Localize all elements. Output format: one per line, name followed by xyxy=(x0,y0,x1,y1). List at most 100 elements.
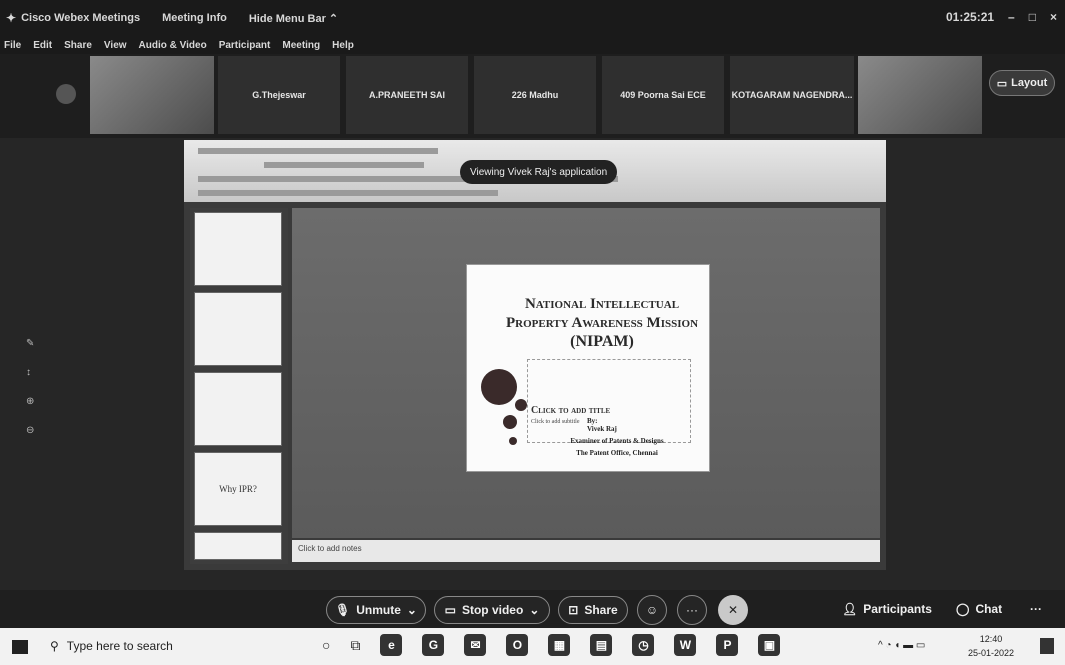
mail-icon[interactable]: ✉ xyxy=(464,634,487,656)
chat-icon: ◯ xyxy=(956,602,970,616)
chat-button[interactable]: ◯ Chat xyxy=(956,602,1002,616)
cortana-icon[interactable]: ○ xyxy=(322,637,330,653)
slide-presenter-office: The Patent Office, Chennai xyxy=(576,449,658,457)
webex-logo-icon: ✦ xyxy=(6,11,17,25)
more-panels-icon[interactable]: ··· xyxy=(1030,602,1042,616)
meeting-info-button[interactable]: Meeting Info xyxy=(162,12,227,24)
pointer-icon[interactable]: ↕ xyxy=(26,367,46,378)
slide-title: National Intellectual Property Awareness… xyxy=(497,295,707,333)
notes-pane[interactable]: Click to add notes xyxy=(292,540,880,562)
shared-content-area: ✎ ↕ ⊕ ⊖ Viewing Vivek Raj's application … xyxy=(0,138,1065,590)
slide-by: By: xyxy=(587,417,598,425)
menu-help[interactable]: Help xyxy=(332,40,354,51)
edge-icon[interactable]: e xyxy=(380,634,403,656)
system-tray[interactable]: ^ ◔ ◖ ▬ ▭ xyxy=(878,640,925,651)
zoom-in-icon[interactable]: ⊕ xyxy=(26,396,46,407)
menu-file[interactable]: File xyxy=(4,40,21,51)
menu-share[interactable]: Share xyxy=(64,40,92,51)
layout-button[interactable]: ▭ Layout xyxy=(989,70,1055,96)
search-placeholder: Type here to search xyxy=(66,639,173,653)
taskbar-clock[interactable]: 12:40 25-01-2022 xyxy=(968,632,1014,660)
meeting-timer: 01:25:21 xyxy=(946,10,995,24)
hide-menu-bar-button[interactable]: Hide Menu Bar ⌃ xyxy=(249,12,338,25)
slide-title-line-2: Property Awareness Mission xyxy=(505,315,699,331)
clock-time: 12:40 xyxy=(979,634,1003,644)
windows-start-icon[interactable] xyxy=(12,640,28,654)
menu-audio-video[interactable]: Audio & Video xyxy=(139,40,207,51)
slide-thumbnail[interactable] xyxy=(194,292,282,366)
menu-bar: File Edit Share View Audio & Video Parti… xyxy=(0,36,1065,54)
self-video-tile[interactable] xyxy=(858,56,982,134)
decor-circle xyxy=(481,369,517,405)
powerpoint-icon[interactable]: P xyxy=(716,634,739,656)
chat-label: Chat xyxy=(975,602,1003,616)
chrome-icon[interactable]: G xyxy=(422,634,445,656)
participants-button[interactable]: 👤︎ Participants xyxy=(842,602,932,616)
participant-strip: G.Thejeswar A.PRANEETH SAI 226 Madhu 409… xyxy=(0,54,1065,138)
layout-label: Layout xyxy=(1011,77,1048,89)
menu-participant[interactable]: Participant xyxy=(219,40,271,51)
participants-label: Participants xyxy=(863,602,932,616)
annotate-icon[interactable]: ✎ xyxy=(26,338,46,349)
stop-video-label: Stop video xyxy=(461,603,524,617)
menu-view[interactable]: View xyxy=(104,40,127,51)
zoom-out-icon[interactable]: ⊖ xyxy=(26,425,46,436)
stop-video-button[interactable]: ▭ Stop video ⌄ xyxy=(434,596,550,624)
leave-meeting-button[interactable]: ✕ xyxy=(718,595,748,625)
viewing-banner: Viewing Vivek Raj's application xyxy=(460,160,618,184)
participant-video-tile[interactable] xyxy=(90,56,214,134)
close-icon[interactable]: × xyxy=(1050,10,1057,24)
taskbar-search[interactable]: ⚲ Type here to search xyxy=(50,639,173,653)
taskbar-apps: ○ ⧉ e G ✉ O ▦ ▤ ◷ W P ▣ xyxy=(322,634,781,656)
slide-thumbnail[interactable]: Why IPR? xyxy=(194,452,282,526)
clock-date: 25-01-2022 xyxy=(968,648,1015,658)
opera-icon[interactable]: O xyxy=(506,634,529,656)
participants-icon: 👤︎ xyxy=(842,602,858,616)
slide-subtitle-placeholder: Click to add subtitle xyxy=(531,419,580,425)
slide-presenter-name: Vivek Raj xyxy=(587,425,617,433)
thumbnail-label: Why IPR? xyxy=(219,484,257,494)
chevron-down-icon[interactable]: ⌄ xyxy=(529,603,539,617)
notification-icon[interactable] xyxy=(1040,638,1054,654)
decor-circle xyxy=(503,415,517,429)
participant-tile[interactable]: KOTAGARAM NAGENDRA... xyxy=(730,56,854,134)
task-view-icon[interactable]: ⧉ xyxy=(350,637,360,654)
slide-thumbnail-pane: Why IPR? xyxy=(190,208,288,564)
side-toolbar: ✎ ↕ ⊕ ⊖ xyxy=(26,338,46,436)
participant-tile[interactable]: A.PRANEETH SAI xyxy=(346,56,468,134)
slide-thumbnail[interactable] xyxy=(194,212,282,286)
slide-acronym: (NIPAM) xyxy=(570,333,634,350)
slide-thumbnail[interactable] xyxy=(194,532,282,560)
camera-icon: ▭ xyxy=(444,603,456,617)
maximize-icon[interactable]: □ xyxy=(1029,10,1036,24)
chevron-down-icon[interactable]: ⌄ xyxy=(407,603,417,617)
scroll-left-button[interactable] xyxy=(56,84,76,104)
app-title: Cisco Webex Meetings xyxy=(21,12,141,24)
app-icon[interactable]: ▣ xyxy=(758,634,781,656)
webex-taskbar-icon[interactable]: ◷ xyxy=(632,634,655,656)
decor-circle xyxy=(509,437,517,445)
reactions-button[interactable]: ☺ xyxy=(637,595,667,625)
explorer-icon[interactable]: ▤ xyxy=(590,634,613,656)
unmute-button[interactable]: 🎙︎ Unmute ⌄ xyxy=(326,596,426,624)
slide-thumbnail[interactable] xyxy=(194,372,282,446)
store-icon[interactable]: ▦ xyxy=(548,634,571,656)
menu-meeting[interactable]: Meeting xyxy=(282,40,320,51)
current-slide: National Intellectual Property Awareness… xyxy=(466,264,710,472)
decor-circle xyxy=(515,399,527,411)
share-icon: ⊡ xyxy=(568,603,579,617)
participant-tile[interactable]: 226 Madhu xyxy=(474,56,596,134)
slide-title-line-1: National Intellectual xyxy=(524,296,680,312)
word-icon[interactable]: W xyxy=(674,634,697,656)
share-label: Share xyxy=(584,603,618,617)
slide-cta: Click to add title xyxy=(531,405,611,416)
menu-edit[interactable]: Edit xyxy=(33,40,52,51)
minimize-icon[interactable]: – xyxy=(1008,10,1015,24)
slide-presenter-role: Examiner of Patents & Designs xyxy=(570,437,664,445)
participant-tile[interactable]: 409 Poorna Sai ECE xyxy=(602,56,724,134)
more-options-button[interactable]: ··· xyxy=(677,595,707,625)
share-button[interactable]: ⊡ Share xyxy=(558,596,628,624)
meeting-controls: 🎙︎ Unmute ⌄ ▭ Stop video ⌄ ⊡ Share ☺ ···… xyxy=(0,590,1065,628)
hide-menu-label: Hide Menu Bar xyxy=(248,12,326,25)
participant-tile[interactable]: G.Thejeswar xyxy=(218,56,340,134)
